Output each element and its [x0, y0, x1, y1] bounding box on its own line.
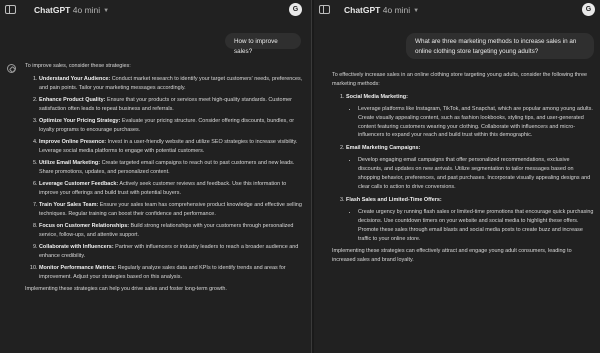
list-item: Improve Online Presence: Invest in a use… [39, 138, 305, 156]
list-item: Enhance Product Quality: Ensure that you… [39, 96, 305, 114]
right-chat-pane: ChatGPT 4o mini ▼ G What are three market… [314, 0, 600, 353]
assistant-message: To improve sales, consider these strateg… [25, 62, 305, 294]
model-version: 4o mini [382, 5, 411, 15]
list-item: Train Your Sales Team: Ensure your sales… [39, 201, 305, 219]
list-item: Understand Your Audience: Conduct market… [39, 75, 305, 93]
model-selector[interactable]: ChatGPT 4o mini ▼ [34, 5, 109, 15]
model-selector[interactable]: ChatGPT 4o mini ▼ [344, 5, 419, 15]
method-list: Social Media Marketing: Leverage platfor… [332, 93, 594, 244]
sidebar-toggle-icon[interactable] [5, 5, 16, 14]
answer-intro: To improve sales, consider these strateg… [25, 63, 131, 69]
left-topbar: ChatGPT 4o mini ▼ G [0, 0, 311, 22]
chatgpt-logo-icon [7, 64, 16, 73]
list-item: Monitor Performance Metrics: Regularly a… [39, 264, 305, 282]
model-name: ChatGPT [344, 5, 381, 15]
user-message: What are three marketing methods to incr… [406, 33, 594, 59]
list-item: Focus on Customer Relationships: Build s… [39, 222, 305, 240]
model-version: 4o mini [72, 5, 101, 15]
answer-intro: To effectively increase sales in an onli… [332, 72, 588, 87]
sidebar-toggle-icon[interactable] [319, 5, 330, 14]
right-topbar: ChatGPT 4o mini ▼ G [314, 0, 600, 22]
chevron-down-icon: ▼ [413, 8, 420, 14]
chevron-down-icon: ▼ [103, 8, 110, 14]
avatar[interactable]: G [582, 3, 595, 16]
avatar[interactable]: G [289, 3, 302, 16]
assistant-message: To effectively increase sales in an onli… [332, 71, 594, 265]
user-message: How to improve sales? [225, 33, 301, 55]
list-item: Utilize Email Marketing: Create targeted… [39, 159, 305, 177]
list-item: Leverage Customer Feedback: Actively see… [39, 180, 305, 198]
model-name: ChatGPT [34, 5, 71, 15]
list-item: Email Marketing Campaigns: Develop engag… [346, 144, 594, 192]
list-item: Optimize Your Pricing Strategy: Evaluate… [39, 117, 305, 135]
strategy-list: Understand Your Audience: Conduct market… [25, 75, 305, 282]
answer-outro: Implementing these strategies can help y… [25, 285, 227, 292]
left-chat-pane: ChatGPT 4o mini ▼ G How to improve sales?… [0, 0, 311, 353]
answer-outro: Implementing these strategies can effect… [332, 248, 572, 264]
list-item: Collaborate with Influencers: Partner wi… [39, 243, 305, 261]
list-item: Social Media Marketing: Leverage platfor… [346, 93, 594, 141]
list-item: Flash Sales and Limited-Time Offers: Cre… [346, 196, 594, 244]
